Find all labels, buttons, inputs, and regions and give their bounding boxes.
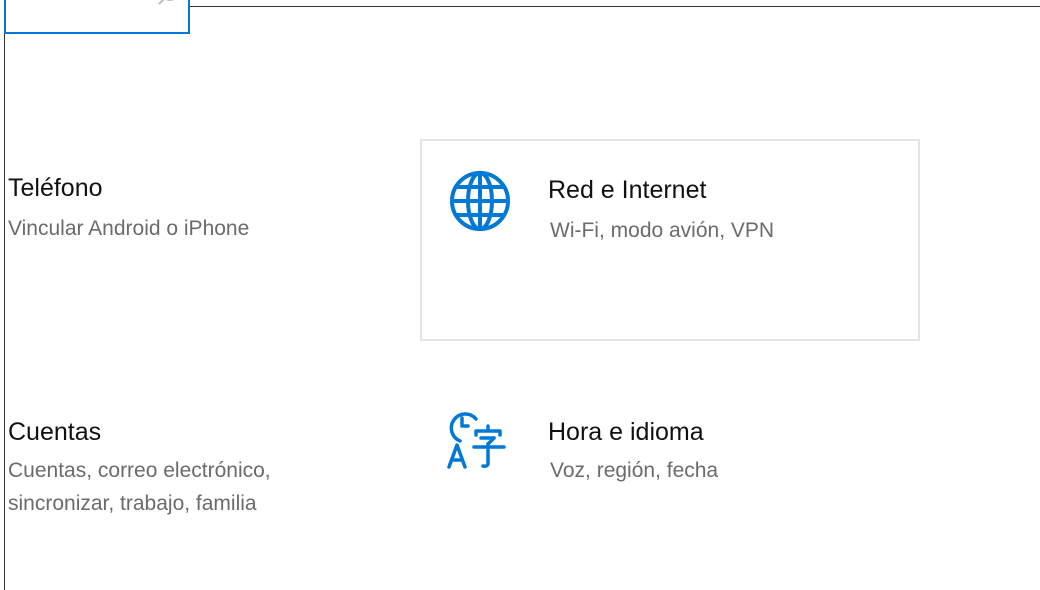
tile-title: Hora e idioma	[548, 418, 704, 446]
tile-title: Cuentas	[8, 418, 102, 446]
settings-tile-accounts[interactable]: Cuentas Cuentas, correo electrónico, sin…	[8, 408, 408, 538]
tile-description: Voz, región, fecha	[550, 459, 719, 482]
time-language-icon	[447, 412, 506, 469]
search-icon[interactable]	[150, 0, 178, 14]
tile-description-line2: sincronizar, trabajo, familia	[8, 492, 257, 515]
tile-description-line1: Cuentas, correo electrónico,	[8, 459, 271, 482]
tile-description: Vincular Android o iPhone	[8, 217, 250, 240]
settings-tile-network[interactable]: Red e Internet Wi-Fi, modo avión, VPN	[420, 139, 920, 341]
search-input[interactable]	[4, 0, 190, 34]
globe-icon	[450, 171, 510, 231]
tile-description: Wi-Fi, modo avión, VPN	[550, 219, 775, 242]
settings-tile-time-language[interactable]: Hora e idioma Voz, región, fecha	[420, 383, 920, 543]
tile-title: Red e Internet	[548, 176, 707, 204]
settings-tile-phone[interactable]: Teléfono Vincular Android o iPhone	[8, 164, 408, 294]
window-frame-left	[4, 0, 5, 590]
tile-title: Teléfono	[8, 174, 103, 202]
